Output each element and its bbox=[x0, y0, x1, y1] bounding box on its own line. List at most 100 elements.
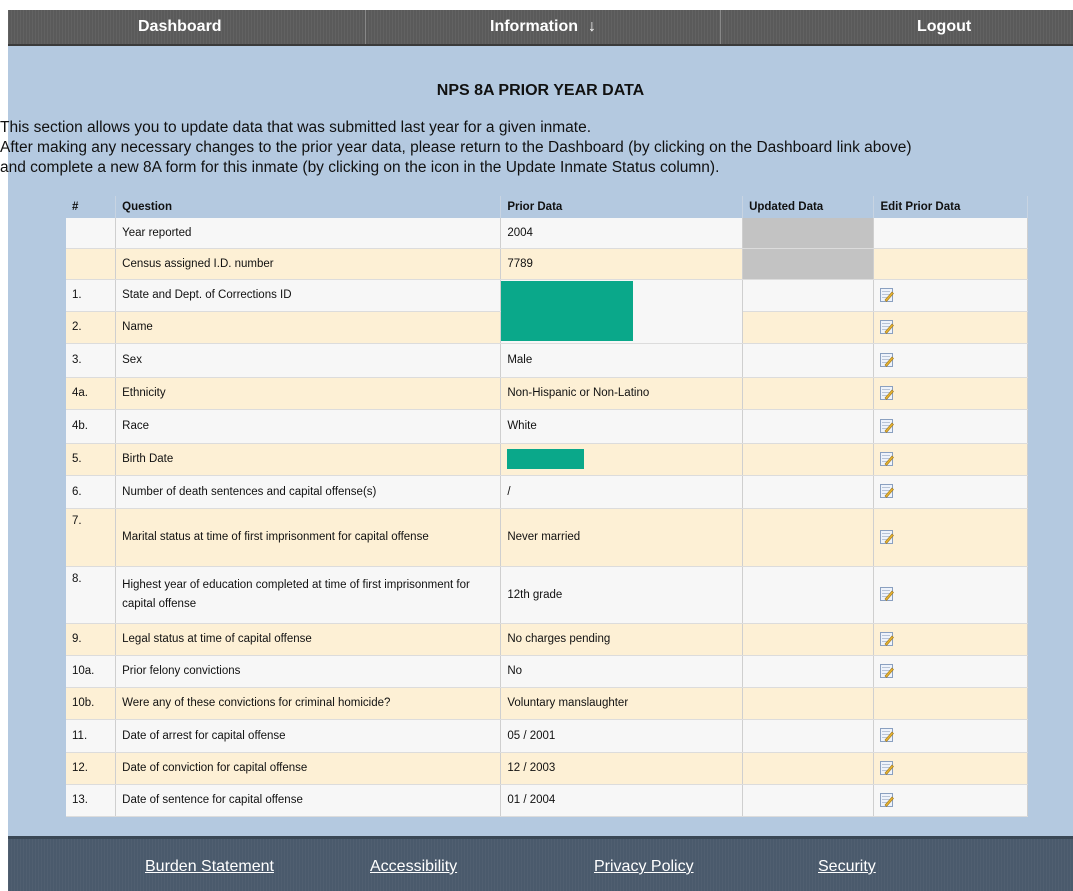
table-header-row: # Question Prior Data Updated Data Edit … bbox=[66, 196, 1028, 218]
row-num: 4a. bbox=[66, 377, 117, 410]
row-num bbox=[66, 248, 117, 280]
row-prior-data: Male bbox=[500, 343, 744, 378]
row-prior-data: No charges pending bbox=[500, 623, 744, 656]
row-edit-cell bbox=[873, 784, 1028, 817]
row-question: Name bbox=[115, 311, 502, 344]
row-prior-data: 05 / 2001 bbox=[500, 719, 744, 753]
edit-icon[interactable] bbox=[880, 385, 895, 401]
row-updated-data bbox=[742, 508, 875, 567]
row-question: Date of conviction for capital offense bbox=[115, 752, 502, 785]
edit-icon[interactable] bbox=[880, 792, 895, 808]
row-updated-data bbox=[742, 566, 875, 624]
page-title: NPS 8A PRIOR YEAR DATA bbox=[436, 82, 645, 99]
redaction-block bbox=[501, 281, 634, 341]
row-num: 4b. bbox=[66, 409, 117, 444]
row-question: Were any of these convictions for crimin… bbox=[115, 687, 502, 720]
row-edit-cell bbox=[873, 443, 1028, 476]
row-question: Legal status at time of capital offense bbox=[115, 623, 502, 656]
edit-icon[interactable] bbox=[880, 760, 895, 776]
row-updated-data bbox=[742, 343, 875, 378]
row-num: 5. bbox=[66, 443, 117, 476]
edit-icon[interactable] bbox=[880, 529, 895, 545]
nav-logout-label: Logout bbox=[917, 18, 972, 35]
row-edit-cell bbox=[873, 623, 1028, 656]
header-prior-data: Prior Data bbox=[500, 196, 744, 218]
table-row: 8. Highest year of education completed a… bbox=[66, 566, 1028, 624]
intro-text: This section allows you to update data t… bbox=[0, 118, 1073, 178]
row-edit-cell bbox=[873, 752, 1028, 785]
row-edit-cell bbox=[873, 377, 1028, 410]
footer: Burden Statement Accessibility Privacy P… bbox=[8, 836, 1073, 891]
edit-icon[interactable] bbox=[880, 319, 895, 335]
table-row: 7. Marital status at time of first impri… bbox=[66, 508, 1028, 567]
edit-icon[interactable] bbox=[880, 663, 895, 679]
nav-information-menu[interactable]: Information ↓ bbox=[366, 10, 721, 44]
row-prior-data-redacted bbox=[500, 279, 744, 344]
table-row: 11. Date of arrest for capital offense 0… bbox=[66, 719, 1028, 753]
edit-icon[interactable] bbox=[880, 587, 895, 602]
row-num: 3. bbox=[66, 343, 117, 378]
row-edit-cell bbox=[873, 475, 1028, 509]
row-prior-data: / bbox=[500, 475, 744, 509]
row-question: Race bbox=[115, 409, 502, 444]
row-edit-cell bbox=[873, 566, 1028, 624]
row-question: Date of sentence for capital offense bbox=[115, 784, 502, 817]
row-updated-data bbox=[742, 377, 875, 410]
table-row: 1. State and Dept. of Corrections ID bbox=[66, 279, 1028, 344]
row-edit-cell bbox=[873, 343, 1028, 378]
edit-icon[interactable] bbox=[880, 631, 895, 647]
nav-information-label: Information bbox=[490, 18, 578, 35]
row-prior-data: 01 / 2004 bbox=[500, 784, 744, 817]
table-row: Year reported 2004 bbox=[66, 218, 1028, 249]
accessibility-link[interactable]: Accessibility bbox=[370, 858, 457, 876]
table-row: 10a. Prior felony convictions No bbox=[66, 655, 1028, 688]
row-num: 12. bbox=[66, 752, 117, 785]
row-updated-data bbox=[742, 218, 875, 249]
row-prior-data: 2004 bbox=[500, 218, 744, 249]
row-prior-data: Never married bbox=[500, 508, 744, 567]
row-edit-cell bbox=[873, 311, 1028, 344]
row-edit-cell bbox=[873, 279, 1028, 312]
row-prior-data: 7789 bbox=[500, 248, 744, 280]
row-num: 8. bbox=[66, 566, 117, 624]
row-prior-data: 12th grade bbox=[500, 566, 744, 624]
row-question: Highest year of education completed at t… bbox=[115, 566, 502, 624]
row-question: Sex bbox=[115, 343, 502, 378]
edit-icon[interactable] bbox=[880, 352, 895, 368]
table-row: 4a. Ethnicity Non-Hispanic or Non-Latino bbox=[66, 377, 1028, 410]
row-question: Marital status at time of first imprison… bbox=[115, 508, 502, 567]
edit-icon[interactable] bbox=[880, 728, 895, 743]
burden-statement-link[interactable]: Burden Statement bbox=[145, 858, 274, 876]
security-link[interactable]: Security bbox=[818, 858, 876, 876]
nav-dashboard-link[interactable]: Dashboard bbox=[8, 10, 366, 44]
nav-dashboard-label: Dashboard bbox=[138, 18, 222, 35]
header-updated-data: Updated Data bbox=[742, 196, 875, 218]
edit-icon[interactable] bbox=[880, 418, 895, 434]
row-updated-data bbox=[742, 623, 875, 656]
edit-icon[interactable] bbox=[880, 451, 895, 467]
row-updated-data bbox=[742, 443, 875, 476]
row-num: 9. bbox=[66, 623, 117, 656]
row-question: Prior felony convictions bbox=[115, 655, 502, 688]
row-num: 13. bbox=[66, 784, 117, 817]
table-row: Census assigned I.D. number 7789 bbox=[66, 248, 1028, 280]
row-edit-cell bbox=[873, 687, 1028, 720]
row-question: Census assigned I.D. number bbox=[115, 248, 502, 280]
row-prior-data: No bbox=[500, 655, 744, 688]
row-prior-data: White bbox=[500, 409, 744, 444]
header-edit-prior-data: Edit Prior Data bbox=[873, 196, 1028, 218]
header-num: # bbox=[66, 196, 117, 218]
privacy-policy-link[interactable]: Privacy Policy bbox=[594, 858, 694, 876]
row-prior-data: 12 / 2003 bbox=[500, 752, 744, 785]
row-updated-data bbox=[742, 752, 875, 785]
edit-icon[interactable] bbox=[880, 484, 895, 499]
row-question: Ethnicity bbox=[115, 377, 502, 410]
edit-icon[interactable] bbox=[880, 287, 895, 303]
intro-line-3: and complete a new 8A form for this inma… bbox=[0, 159, 720, 176]
row-edit-cell bbox=[873, 248, 1028, 280]
table-row: 5. Birth Date bbox=[66, 443, 1028, 476]
row-edit-cell bbox=[873, 719, 1028, 753]
table-row: 6. Number of death sentences and capital… bbox=[66, 475, 1028, 509]
row-updated-data bbox=[742, 475, 875, 509]
nav-logout-link[interactable]: Logout bbox=[721, 10, 1073, 44]
